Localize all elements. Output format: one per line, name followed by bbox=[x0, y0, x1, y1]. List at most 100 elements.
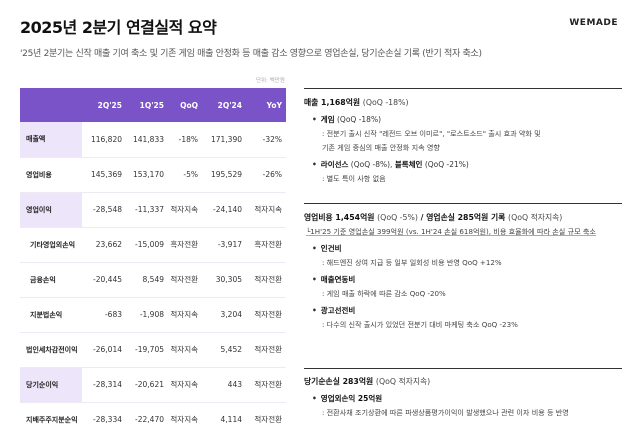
section-divider bbox=[304, 368, 622, 369]
cell: -19,705 bbox=[126, 332, 168, 368]
table-row: 지분법손익 -683 -1,908 적자지속 3,204 적자전환 bbox=[20, 297, 286, 333]
column-header: YoY bbox=[246, 88, 286, 122]
cell: -20,621 bbox=[126, 367, 168, 403]
net-section: 당기순손실 283억원 (QoQ 적자지속) • 영업외손익 25억원 : 전환사… bbox=[304, 376, 622, 418]
cell: 적자전환 bbox=[246, 297, 286, 333]
cell: 23,662 bbox=[82, 227, 126, 263]
cell: 적자전환 bbox=[246, 402, 286, 426]
table-row: 당기순이익 -28,314 -20,621 적자지속 443 적자전환 bbox=[20, 367, 286, 403]
row-label: 지분법손익 bbox=[20, 297, 82, 333]
cell: 3,204 bbox=[202, 297, 246, 333]
cell: -22,470 bbox=[126, 402, 168, 426]
row-label: 영업비용 bbox=[20, 157, 82, 193]
row-label: 기타영업외손익 bbox=[20, 227, 82, 263]
cell: -20,445 bbox=[82, 262, 126, 298]
nonop-label: 영업외손익 25억원 bbox=[320, 394, 383, 403]
fee-desc: : 게임 매출 하락에 따른 감소 QoQ -20% bbox=[322, 289, 446, 298]
financial-summary-table: 2Q'25 1Q'25 QoQ 2Q'24 YoY 매출액 116,820 14… bbox=[20, 88, 286, 426]
license-desc: : 별도 특이 사항 없음 bbox=[322, 174, 386, 183]
costs-heading: 영업비용 1,454억원 (QoQ -5%) / 영업손실 285억원 기록 (… bbox=[304, 213, 563, 222]
row-label: 금융손익 bbox=[20, 262, 82, 298]
revenue-section: 매출 1,168억원 (QoQ -18%) • 게임 (QoQ -18%) : 전… bbox=[304, 97, 622, 184]
row-label: 매출액 bbox=[20, 122, 82, 158]
bullet-icon: • bbox=[312, 115, 317, 124]
cell: 30,305 bbox=[202, 262, 246, 298]
cell: -28,334 bbox=[82, 402, 126, 426]
table-row: 법인세차감전이익 -26,014 -19,705 적자지속 5,452 적자전환 bbox=[20, 332, 286, 368]
cell: -3,917 bbox=[202, 227, 246, 263]
fee-item: • 매출연동비 bbox=[304, 274, 622, 285]
game-item: • 게임 (QoQ -18%) bbox=[304, 114, 622, 125]
column-header: QoQ bbox=[168, 88, 202, 122]
cell: 적자전환 bbox=[246, 332, 286, 368]
bullet-icon: • bbox=[312, 275, 317, 284]
revenue-heading-value: 매출 1,168억원 bbox=[304, 98, 361, 107]
cell: 153,170 bbox=[126, 157, 168, 193]
cell: 116,820 bbox=[82, 122, 126, 158]
bullet-icon: • bbox=[312, 244, 317, 253]
cell: -18% bbox=[168, 122, 202, 158]
cell: 흑자전환 bbox=[246, 227, 286, 263]
cell: -11,337 bbox=[126, 192, 168, 228]
cell: 141,833 bbox=[126, 122, 168, 158]
page-subtitle: '25년 2분기는 신작 매출 기여 축소 및 기존 게임 매출 안정화 등 매… bbox=[20, 49, 482, 59]
cell: -32% bbox=[246, 122, 286, 158]
costs-section: 영업비용 1,454억원 (QoQ -5%) / 영업손실 285억원 기록 (… bbox=[304, 212, 622, 330]
fee-label: 매출연동비 bbox=[320, 275, 356, 284]
row-label: 영업이익 bbox=[20, 192, 82, 228]
blockchain-detail: (QoQ -21%) bbox=[424, 160, 469, 169]
bullet-icon: • bbox=[312, 394, 317, 403]
table-row: 영업비용 145,369 153,170 -5% 195,529 -26% bbox=[20, 157, 286, 193]
section-divider bbox=[304, 203, 622, 204]
cell: 5,452 bbox=[202, 332, 246, 368]
table-row: 매출액 116,820 141,833 -18% 171,390 -32% bbox=[20, 122, 286, 158]
wemade-logo: WEMADE bbox=[569, 18, 618, 28]
cell: -28,548 bbox=[82, 192, 126, 228]
cell: -24,140 bbox=[202, 192, 246, 228]
game-detail: (QoQ -18%) bbox=[337, 115, 382, 124]
nonop-desc: : 전환사채 조기상환에 따른 파생상품평가이익이 발생했으나 관련 이자 비용… bbox=[322, 408, 569, 417]
loss-detail: (QoQ 적자지속) bbox=[508, 213, 563, 222]
column-header bbox=[20, 88, 82, 122]
row-label: 당기순이익 bbox=[20, 367, 82, 403]
loss-heading: 영업손실 285억원 기록 bbox=[426, 213, 506, 222]
net-heading-detail: (QoQ 적자지속) bbox=[375, 377, 431, 386]
table-row: 지배주주지분순익 -28,334 -22,470 적자지속 4,114 적자전환 bbox=[20, 402, 286, 426]
blockchain-label: 블록체인 bbox=[394, 160, 423, 169]
column-header: 2Q'25 bbox=[82, 88, 126, 122]
cell: 적자지속 bbox=[168, 332, 202, 368]
cell: 적자전환 bbox=[246, 367, 286, 403]
column-header: 1Q'25 bbox=[126, 88, 168, 122]
ad-item: • 광고선전비 bbox=[304, 305, 622, 316]
bullet-icon: • bbox=[312, 306, 317, 315]
revenue-heading-detail: (QoQ -18%) bbox=[362, 98, 409, 107]
cell: -683 bbox=[82, 297, 126, 333]
cell: -1,908 bbox=[126, 297, 168, 333]
game-label: 게임 bbox=[320, 115, 335, 124]
ad-desc: : 다수의 신작 출시가 있었던 전분기 대비 마케팅 축소 QoQ -23% bbox=[322, 320, 518, 329]
cell: 적자지속 bbox=[168, 402, 202, 426]
section-divider bbox=[304, 88, 622, 89]
row-label: 지배주주지분순익 bbox=[20, 402, 82, 426]
cell: 145,369 bbox=[82, 157, 126, 193]
cell: -26,014 bbox=[82, 332, 126, 368]
table-header-row: 2Q'25 1Q'25 QoQ 2Q'24 YoY bbox=[20, 88, 286, 122]
revenue-heading: 매출 1,168억원 (QoQ -18%) bbox=[304, 97, 622, 108]
ad-label: 광고선전비 bbox=[320, 306, 356, 315]
cell: 4,114 bbox=[202, 402, 246, 426]
nonop-item: • 영업외손익 25억원 bbox=[304, 393, 622, 404]
license-detail: (QoQ -8%) bbox=[350, 160, 391, 169]
cell: 흑자전환 bbox=[168, 227, 202, 263]
cell: 적자전환 bbox=[168, 262, 202, 298]
game-desc-2: 기존 게임 중심의 매출 안정화 지속 영향 bbox=[322, 143, 440, 152]
table-row: 영업이익 -28,548 -11,337 적자지속 -24,140 적자지속 bbox=[20, 192, 286, 228]
cell: 8,549 bbox=[126, 262, 168, 298]
labor-item: • 인건비 bbox=[304, 243, 622, 254]
cell: 195,529 bbox=[202, 157, 246, 193]
labor-label: 인건비 bbox=[320, 244, 342, 253]
cell: -15,009 bbox=[126, 227, 168, 263]
cell: 적자지속 bbox=[168, 297, 202, 333]
net-heading-value: 당기순손실 283억원 bbox=[304, 377, 374, 386]
cell: 171,390 bbox=[202, 122, 246, 158]
license-label: 라이선스 bbox=[320, 160, 349, 169]
